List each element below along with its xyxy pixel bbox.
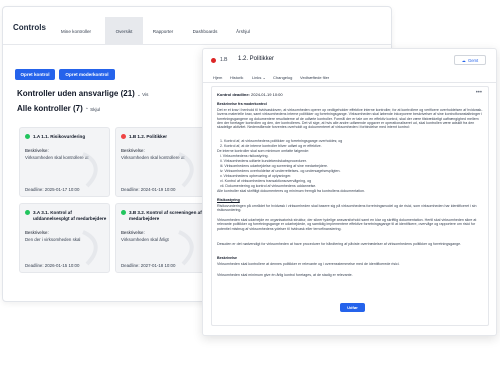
list-item: v. Virksomhedens opbevaring af oplysning… (220, 174, 292, 178)
card-title: 3.B 3.2. Kontrol af screeningen af medar… (129, 210, 202, 221)
control-card[interactable]: 1.A 1.1. Risikovurdering Beskrivelse: Vi… (19, 127, 110, 197)
tab-historik[interactable]: Historik (230, 75, 243, 80)
dialog-tabs: Hjem Historik Links ⌄ Changelog Vedhæfte… (203, 75, 496, 83)
section-heading: Beskrivelse fra moderkontrol (217, 102, 267, 106)
watermark-icon (82, 230, 98, 266)
tab-hjem[interactable]: Hjem (213, 75, 222, 80)
card-label: Beskrivelse: (121, 148, 145, 153)
control-card[interactable]: 3.B 3.2. Kontrol af screeningen af medar… (115, 203, 206, 273)
watermark-icon (82, 152, 98, 188)
status-dot (211, 58, 216, 63)
control-detail-dialog: 1.B 1.2. Politikker ☁ Gemt Hjem Historik… (202, 48, 497, 336)
chevron-up-icon: ⌃ (85, 107, 89, 112)
list-item: ii. Virksomhedens udførte kundekendskabs… (220, 159, 307, 163)
paragraph: Risikovurderingen på området for hvidvas… (217, 204, 477, 213)
watermark-icon (178, 152, 194, 188)
list-item: iii. Virksomhedens udarbejdelse og scree… (220, 164, 329, 168)
paragraph: Det er et krav i henhold til hvidvasklov… (217, 108, 483, 130)
list-item: vii. Dokumentering og kontrol af virksom… (220, 184, 317, 188)
tab-rapporter[interactable]: Rapporter (145, 17, 181, 45)
card-title: 1.B 1.2. Politikker (129, 134, 168, 139)
show-toggle[interactable]: ⌄ Vis (137, 92, 148, 98)
app-brand: Controls (13, 23, 46, 32)
list-item: i. Virksomhedens risikostyring. (220, 154, 269, 158)
card-label: Beskrivelse: (121, 230, 145, 235)
card-deadline: Deadline: 2027-01-18 10:00 (121, 263, 176, 268)
perform-button[interactable]: Udfør (340, 303, 365, 312)
section-title-unassigned: Kontroller uden ansvarlige (21) (17, 89, 135, 98)
chevron-down-icon: ⌄ (262, 75, 266, 80)
list-item: 1. Kontrol af, at virksomhedens politikk… (220, 139, 343, 143)
tab-changelog[interactable]: Changelog (273, 75, 292, 80)
status-dot (121, 210, 126, 215)
paragraph: Virksomheden skal minimum give én årlig … (217, 273, 353, 277)
create-parent-control-button[interactable]: Opret moderkontrol (59, 69, 115, 80)
card-label: Beskrivelse: (25, 230, 49, 235)
saved-button[interactable]: ☁ Gemt (454, 55, 486, 65)
chevron-down-icon: ⌄ (137, 92, 141, 97)
control-deadline: Kontrol deadline: 2024-01-19 10:00 (217, 92, 283, 97)
tab-links[interactable]: Links ⌄ (252, 75, 266, 80)
section-title-all: Alle kontroller (7) (17, 104, 83, 113)
more-options-icon[interactable]: ••• (476, 90, 482, 96)
cloud-check-icon: ☁ (461, 57, 466, 63)
dialog-header: 1.B 1.2. Politikker ☁ Gemt (203, 49, 496, 71)
status-dot (25, 210, 30, 215)
list-item: iv. Virksomhedens overholdelse af underr… (220, 169, 341, 173)
top-navigation: Controls Mine kontroller Oversikt Rappor… (3, 17, 391, 45)
tab-arshjul[interactable]: Årshjul (227, 17, 259, 45)
watermark-icon (178, 230, 194, 266)
list-item: vi. Kontrol af virksomhedens transaktion… (220, 179, 312, 183)
card-deadline: Deadline: 2026-01-15 10:00 (25, 263, 80, 268)
create-control-button[interactable]: Opret kontrol (15, 69, 55, 80)
paragraph: De interne kontroller skal som minimum o… (217, 149, 310, 153)
list-item: 2. Kontrol af, at de interne kontroller … (220, 144, 322, 148)
tab-oversikt[interactable]: Oversikt (105, 17, 143, 45)
paragraph: Desuden er det nødvendigt for virksomhed… (217, 242, 462, 246)
control-code: 1.B (220, 57, 228, 63)
control-card[interactable]: 1.B 1.2. Politikker Beskrivelse: Virksom… (115, 127, 206, 197)
paragraph: Alle kontroller skal skriftligt dokument… (217, 189, 366, 193)
status-dot (121, 134, 126, 139)
tab-dashboards[interactable]: Dashboards (185, 17, 225, 45)
control-card[interactable]: 3.A 3.1. Kontrol af uddannelsesplgt af m… (19, 203, 110, 273)
section-heading: Beskrivelse (217, 256, 237, 260)
deadline-value: 2024-01-19 10:00 (251, 92, 283, 97)
paragraph: Virksomheden skal udarbejde en organisat… (217, 218, 477, 231)
card-title: 3.A 3.1. Kontrol af uddannelsesplgt af m… (33, 210, 107, 221)
card-deadline: Deadline: 2025-01-17 10:00 (25, 187, 80, 192)
paragraph: Virksomheden skal kontrollere at dennes … (217, 262, 400, 266)
dialog-content: Kontrol deadline: 2024-01-19 10:00 ••• B… (211, 86, 489, 326)
hide-toggle[interactable]: ⌃ Skjul (85, 107, 100, 113)
tab-attachments[interactable]: Vedhæftede filer (300, 75, 329, 80)
status-dot (25, 134, 30, 139)
card-deadline: Deadline: 2024-01-19 10:00 (121, 187, 176, 192)
card-label: Beskrivelse: (25, 148, 49, 153)
dialog-title: 1.2. Politikker (238, 56, 275, 62)
card-title: 1.A 1.1. Risikovurdering (33, 134, 86, 139)
tab-mine-kontroller[interactable]: Mine kontroller (51, 17, 101, 45)
section-heading: Risikostyring (217, 198, 240, 202)
